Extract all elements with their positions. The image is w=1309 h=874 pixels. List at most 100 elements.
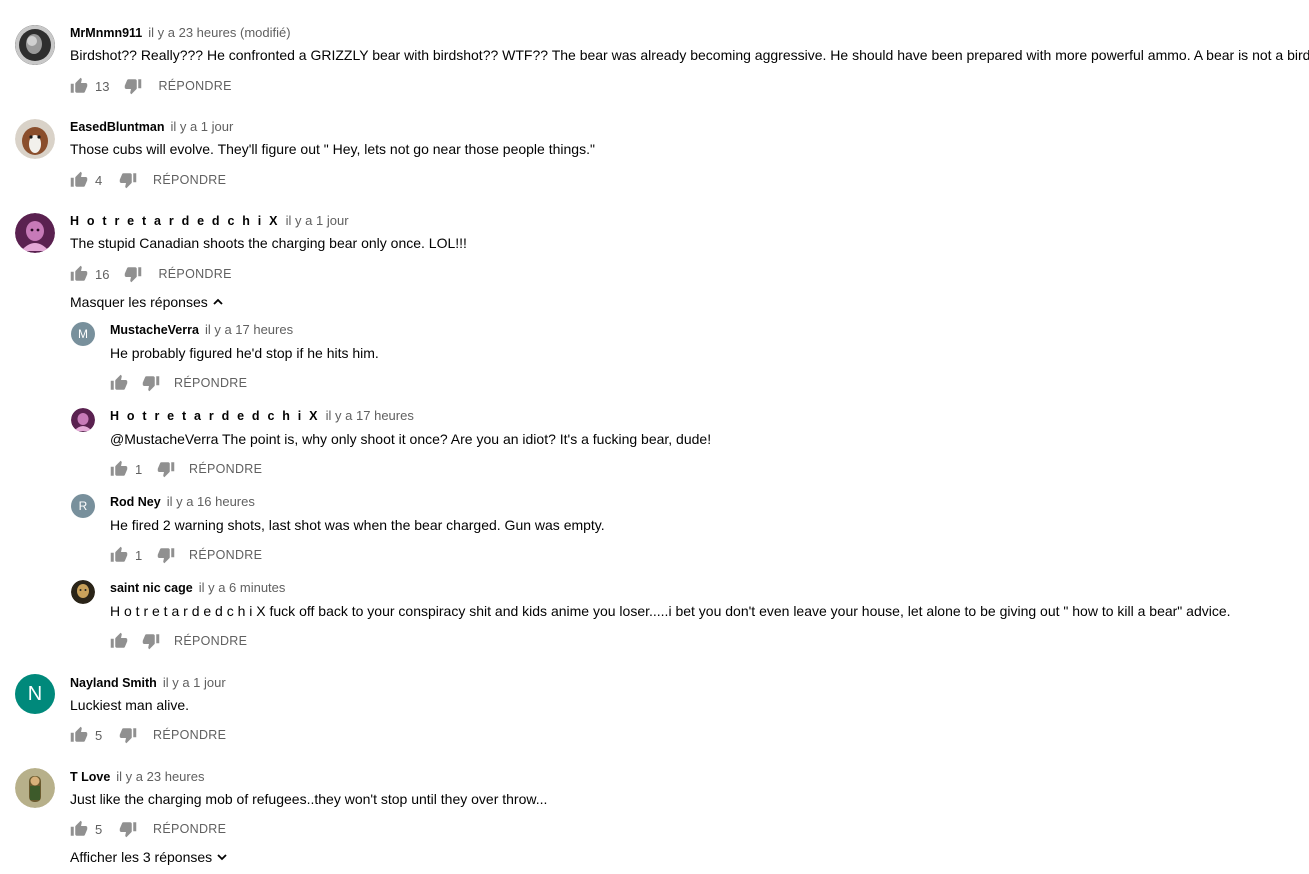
- dislike-button[interactable]: [119, 726, 137, 744]
- like-count: 1: [135, 547, 143, 563]
- reply-button[interactable]: RÉPONDRE: [189, 462, 262, 476]
- timestamp[interactable]: il y a 23 heures (modifié): [148, 25, 290, 40]
- avatar[interactable]: [15, 119, 55, 159]
- comment-text: He probably figured he'd stop if he hits…: [110, 345, 379, 361]
- avatar-letter: R: [78, 499, 88, 513]
- comment-actions: 16 RÉPONDRE: [70, 264, 232, 284]
- comment-header: saint nic cage il y a 6 minutes: [110, 580, 285, 596]
- comment-text: H o t r e t a r d e d c h i X fuck off b…: [110, 603, 1231, 619]
- reply-button[interactable]: RÉPONDRE: [189, 548, 262, 562]
- reply-button[interactable]: RÉPONDRE: [153, 728, 226, 742]
- comment-header: H o t r e t a r d e d c h i X il y a 17 h…: [110, 408, 414, 424]
- comment-text: Birdshot?? Really??? He confronted a GRI…: [70, 47, 1309, 63]
- comment-actions: RÉPONDRE: [110, 631, 247, 651]
- hide-replies-button[interactable]: Masquer les réponses: [70, 294, 223, 310]
- comment-header: Nayland Smith il y a 1 jour: [70, 675, 226, 691]
- author-name[interactable]: Rod Ney: [110, 495, 161, 509]
- like-count: 1: [135, 461, 143, 477]
- comment-text: Luckiest man alive.: [70, 697, 190, 713]
- show-replies-label: Afficher les 3 réponses: [70, 849, 213, 865]
- like-button[interactable]: [110, 460, 128, 478]
- like-count: 13: [95, 78, 110, 94]
- reply-button[interactable]: RÉPONDRE: [153, 822, 226, 836]
- comment-text: @MustacheVerra The point is, why only sh…: [110, 431, 712, 447]
- show-replies-button[interactable]: Afficher les 3 réponses: [70, 849, 227, 865]
- comment-actions: 13 RÉPONDRE: [70, 76, 232, 96]
- like-button[interactable]: [110, 374, 128, 392]
- timestamp[interactable]: il y a 1 jour: [163, 675, 226, 690]
- dislike-button[interactable]: [157, 460, 175, 478]
- chevron-up-icon: [213, 298, 223, 305]
- comment-actions: RÉPONDRE: [110, 373, 247, 393]
- avatar[interactable]: [15, 213, 55, 253]
- comment-actions: 5 RÉPONDRE: [70, 725, 226, 745]
- timestamp[interactable]: il y a 17 heures: [326, 408, 414, 423]
- timestamp[interactable]: il y a 1 jour: [286, 213, 349, 228]
- author-name[interactable]: MrMnmn911: [70, 26, 142, 40]
- avatar[interactable]: N: [15, 674, 55, 714]
- author-name[interactable]: Nayland Smith: [70, 676, 157, 690]
- like-count: 5: [95, 727, 103, 743]
- dislike-button[interactable]: [142, 374, 160, 392]
- timestamp[interactable]: il y a 17 heures: [205, 322, 293, 337]
- avatar[interactable]: R: [71, 494, 95, 518]
- comment-header: MustacheVerra il y a 17 heures: [110, 322, 293, 338]
- timestamp[interactable]: il y a 1 jour: [170, 119, 233, 134]
- comment-text: The stupid Canadian shoots the charging …: [70, 235, 467, 251]
- avatar[interactable]: [15, 25, 55, 65]
- thumb-up-icon: [70, 171, 88, 187]
- comment-text: Those cubs will evolve. They'll figure o…: [70, 141, 595, 157]
- avatar-letter: N: [27, 682, 43, 705]
- thumb-down-icon: [119, 173, 137, 189]
- reply-button[interactable]: RÉPONDRE: [174, 634, 247, 648]
- dislike-button[interactable]: [124, 77, 142, 95]
- author-name[interactable]: T Love: [70, 770, 110, 784]
- hide-replies-label: Masquer les réponses: [70, 294, 208, 310]
- dislike-button[interactable]: [157, 546, 175, 564]
- like-button[interactable]: [70, 77, 88, 95]
- dislike-button[interactable]: [119, 171, 137, 189]
- avatar[interactable]: [15, 768, 55, 808]
- author-name[interactable]: EasedBluntman: [70, 120, 164, 134]
- comment-header: H o t r e t a r d e d c h i X il y a 1 jo…: [70, 213, 349, 229]
- avatar[interactable]: [71, 408, 95, 432]
- reply-button[interactable]: RÉPONDRE: [158, 267, 231, 281]
- comment-actions: 1 RÉPONDRE: [110, 459, 262, 479]
- thumb-down-icon: [119, 728, 137, 744]
- comment-text: Just like the charging mob of refugees..…: [70, 791, 548, 807]
- timestamp[interactable]: il y a 6 minutes: [199, 580, 286, 595]
- comment-header: T Love il y a 23 heures: [70, 769, 204, 785]
- author-name[interactable]: saint nic cage: [110, 581, 193, 595]
- comment-header: MrMnmn911 il y a 23 heures (modifié): [70, 25, 291, 41]
- dislike-button[interactable]: [142, 632, 160, 650]
- like-button[interactable]: [70, 265, 88, 283]
- comment-actions: 4 RÉPONDRE: [70, 170, 226, 190]
- like-button[interactable]: [110, 632, 128, 650]
- author-name[interactable]: H o t r e t a r d e d c h i X: [70, 214, 280, 228]
- timestamp[interactable]: il y a 16 heures: [167, 494, 255, 509]
- like-button[interactable]: [70, 726, 88, 744]
- author-name[interactable]: H o t r e t a r d e d c h i X: [110, 409, 320, 423]
- thumb-down-icon: [119, 822, 137, 838]
- avatar[interactable]: [71, 580, 95, 604]
- avatar-letter: M: [78, 327, 88, 341]
- reply-button[interactable]: RÉPONDRE: [174, 376, 247, 390]
- dislike-button[interactable]: [124, 265, 142, 283]
- like-button[interactable]: [110, 546, 128, 564]
- like-count: 16: [95, 266, 110, 282]
- thumb-down-icon: [157, 548, 175, 564]
- like-button[interactable]: [70, 171, 88, 189]
- timestamp[interactable]: il y a 23 heures: [116, 769, 204, 784]
- comment-actions: 5 RÉPONDRE: [70, 819, 226, 839]
- reply-button[interactable]: RÉPONDRE: [153, 173, 226, 187]
- dislike-button[interactable]: [119, 820, 137, 838]
- author-name[interactable]: MustacheVerra: [110, 323, 199, 337]
- like-button[interactable]: [70, 820, 88, 838]
- thumb-down-icon: [125, 267, 142, 283]
- thumb-up-icon: [110, 546, 128, 562]
- reply-button[interactable]: RÉPONDRE: [158, 79, 231, 93]
- thumb-up-icon: [70, 265, 88, 281]
- thumb-up-icon: [110, 374, 128, 390]
- comment-header: Rod Ney il y a 16 heures: [110, 494, 255, 510]
- avatar[interactable]: M: [71, 322, 95, 346]
